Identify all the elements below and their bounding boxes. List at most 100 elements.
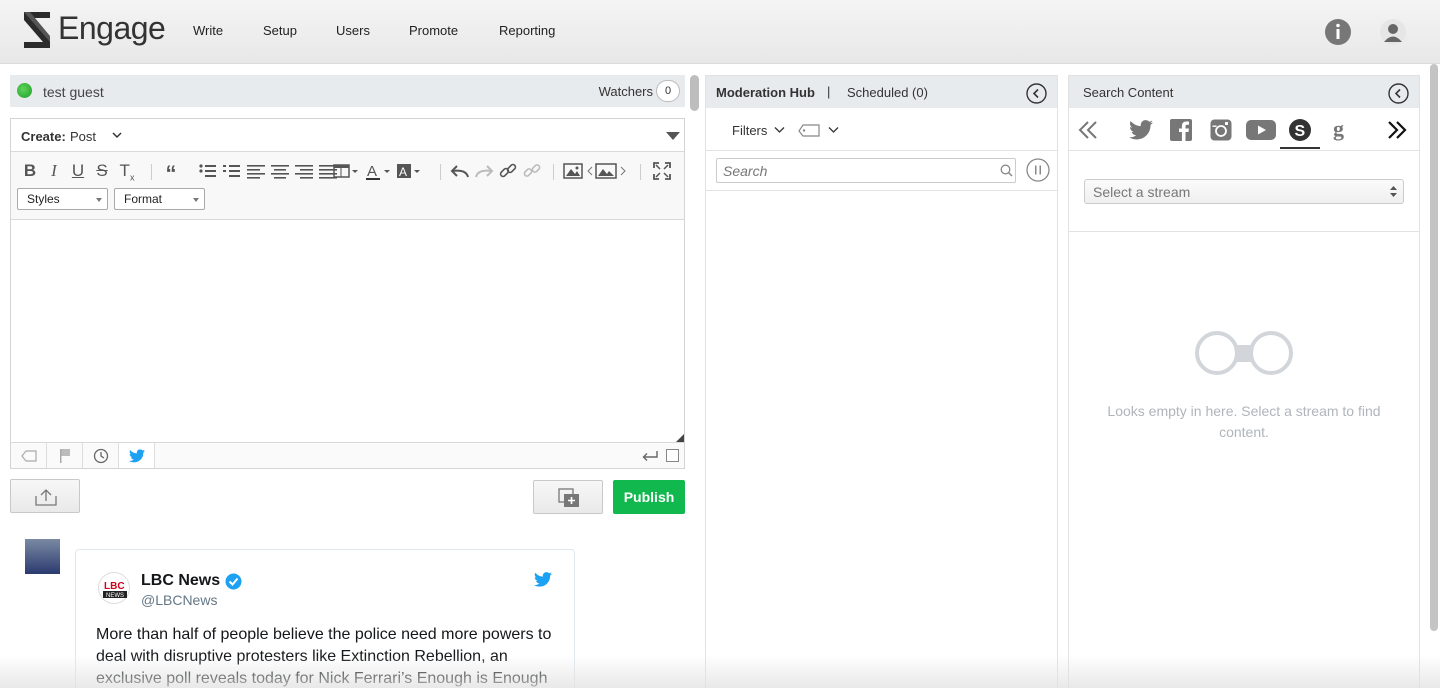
scroll-left-icon[interactable] [1076,118,1100,142]
unlink-icon[interactable] [522,161,542,181]
bulleted-list-icon[interactable] [198,161,218,181]
top-bar: Engage Write Setup Users Promote Reporti… [0,0,1440,64]
background-color-icon[interactable]: A [396,161,422,181]
strikethrough-icon[interactable]: S [92,161,112,181]
svg-text:LBC: LBC [104,581,125,592]
flag-button[interactable] [47,443,83,468]
post-editor: Create: Post B I U S Tx “ A A Styles For… [10,118,685,469]
chevron-down-icon[interactable] [111,130,123,140]
nav-promote[interactable]: Promote [409,23,458,38]
resize-handle-icon[interactable] [676,434,684,442]
editor-footer [11,442,684,468]
binoculars-icon [1195,331,1293,375]
tab-scribble[interactable]: S [1280,118,1320,149]
twitter-icon[interactable] [534,572,552,587]
engage-logo-icon[interactable] [22,10,52,50]
bold-icon[interactable]: B [20,161,40,181]
caret-down-icon[interactable] [666,132,680,140]
text-color-icon[interactable]: A [366,161,392,181]
svg-text:NEWS: NEWS [106,593,124,599]
blockquote-icon[interactable]: “ [161,161,181,186]
chevron-down-icon[interactable] [828,126,839,134]
nav-setup[interactable]: Setup [263,23,297,38]
italic-icon[interactable]: I [44,161,64,181]
format-dropdown[interactable]: Format [114,188,205,210]
composer-header: test guest Watchers 0 [10,75,685,107]
nav-users[interactable]: Users [336,23,370,38]
dropdown-arrow-icon [96,198,102,202]
create-type-value[interactable]: Post [70,129,96,144]
nav-reporting[interactable]: Reporting [499,23,555,38]
undo-icon[interactable] [450,161,470,181]
tweet-author-name[interactable]: LBC News [141,572,220,590]
enter-to-send-checkbox[interactable] [666,449,679,462]
upload-button[interactable] [10,479,80,513]
network-tabs: S g [1069,108,1419,151]
align-left-icon[interactable] [246,161,266,181]
table-icon[interactable] [333,161,359,181]
tag-filter-icon[interactable] [797,122,821,137]
redo-icon[interactable] [474,161,494,181]
collapse-panel-icon[interactable] [1388,83,1409,104]
nav-write[interactable]: Write [193,23,223,38]
upload-icon [35,489,57,506]
search-input[interactable] [716,158,1016,183]
svg-text:S: S [1295,123,1306,140]
google-icon[interactable]: g [1329,118,1353,142]
editor-toolbar: B I U S Tx “ A A Styles Format [11,152,684,220]
numbered-list-icon[interactable] [222,161,242,181]
instagram-icon[interactable] [1209,118,1233,142]
tab-separator: | [827,84,831,99]
image-gallery-icon[interactable] [587,161,627,181]
online-status-icon [17,83,32,98]
user-profile-icon[interactable] [1379,18,1407,46]
publish-button[interactable]: Publish [613,480,685,514]
info-icon[interactable] [1324,18,1352,46]
collapse-panel-icon[interactable] [1026,83,1047,104]
twitter-target-button[interactable] [119,443,155,468]
composer-scrollbar[interactable] [690,75,699,111]
scroll-right-icon[interactable] [1385,118,1409,142]
image-icon[interactable] [563,161,583,181]
dropdown-arrow-icon [193,198,199,202]
link-icon[interactable] [498,161,518,181]
chevron-down-icon[interactable] [774,126,785,134]
create-type-row[interactable]: Create: Post [11,119,684,152]
moderation-header: Moderation Hub | Scheduled (0) [706,76,1057,108]
schedule-button[interactable] [83,443,119,468]
tab-moderation-hub[interactable]: Moderation Hub [716,85,815,100]
tag-button[interactable] [11,443,47,468]
search-row [706,151,1057,191]
search-content-panel: Search Content S g Select a stream Looks… [1068,75,1420,688]
add-copy-icon [558,488,579,507]
search-content-header: Search Content [1069,76,1419,108]
youtube-icon[interactable] [1245,118,1277,142]
stream-select[interactable]: Select a stream [1084,179,1404,204]
add-to-queue-button[interactable] [533,480,603,514]
brand-name[interactable]: Engage [58,10,166,47]
stream-select-value: Select a stream [1093,184,1191,200]
page-scrollbar[interactable] [1430,64,1438,631]
align-center-icon[interactable] [270,161,290,181]
remove-format-icon[interactable]: Tx [117,161,137,182]
align-right-icon[interactable] [294,161,314,181]
watchers-label: Watchers [598,84,653,99]
embedded-tweet[interactable]: LBC NEWS LBC News @LBCNews More than half… [75,549,575,688]
twitter-icon[interactable] [1129,118,1153,142]
fullscreen-icon[interactable] [652,161,672,181]
styles-dropdown[interactable]: Styles [17,188,108,210]
moderation-panel: Moderation Hub | Scheduled (0) Filters [705,75,1058,688]
tweet-author-handle[interactable]: @LBCNews [141,592,217,608]
watchers-count[interactable]: 0 [656,80,680,102]
filters-dropdown[interactable]: Filters [732,123,767,138]
pause-icon[interactable] [1026,158,1050,182]
facebook-icon[interactable] [1169,118,1193,142]
composer-panel: test guest Watchers 0 Create: Post B I U… [10,75,685,688]
search-icon[interactable] [1000,164,1013,177]
underline-icon[interactable]: U [68,161,88,181]
return-icon[interactable] [642,450,658,462]
search-content-title: Search Content [1083,85,1174,100]
tab-scheduled[interactable]: Scheduled (0) [847,85,928,100]
create-label: Create: [21,129,66,144]
editor-body[interactable] [11,220,684,442]
